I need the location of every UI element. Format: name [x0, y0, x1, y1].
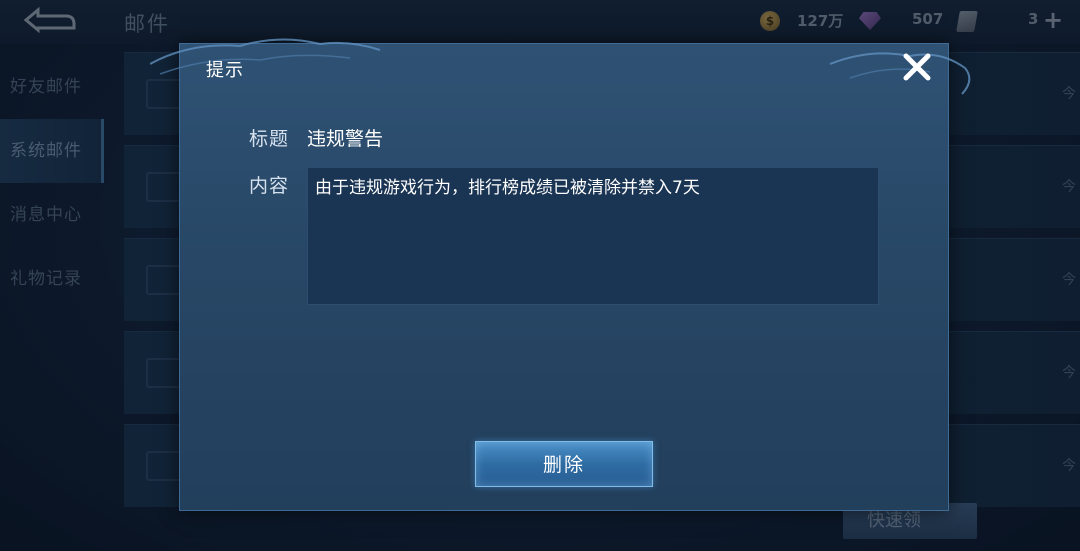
subject-value: 违规警告	[307, 128, 384, 150]
delete-button[interactable]: 删除	[475, 441, 653, 487]
close-icon[interactable]	[900, 50, 934, 84]
content-textarea: 由于违规游戏行为，排行榜成绩已被清除并禁入7天	[307, 167, 879, 305]
content-label: 内容	[249, 175, 290, 197]
cloud-ornament	[150, 38, 971, 95]
dialog-title: 提示	[206, 60, 244, 81]
subject-label: 标题	[249, 128, 290, 150]
notice-dialog: 提示 标题 违规警告 内容 由于违规游戏行为，排行榜成绩已被清除并禁入7天 删除	[150, 38, 971, 511]
content-text: 由于违规游戏行为，排行榜成绩已被清除并禁入7天	[315, 178, 700, 198]
